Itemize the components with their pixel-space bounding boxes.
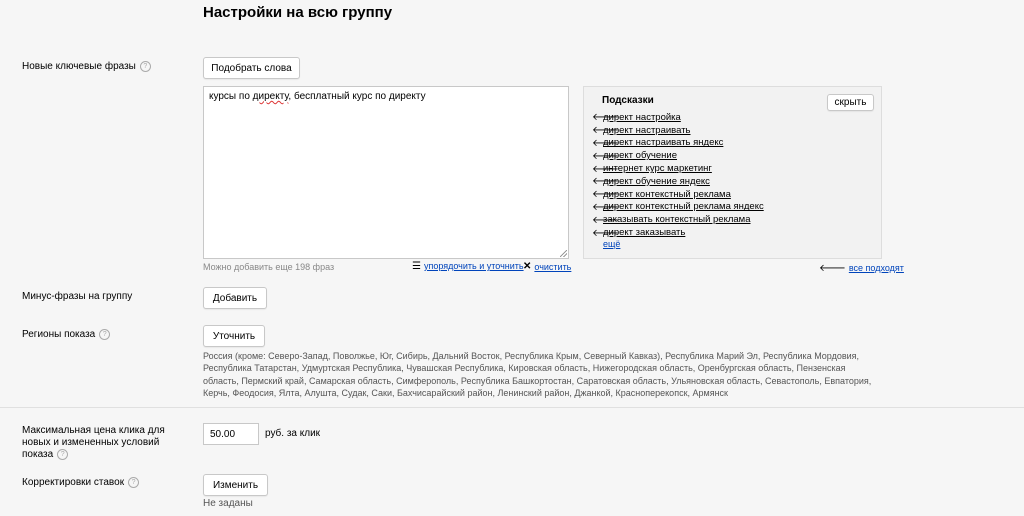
suggestion-item[interactable]: 🡐 директ обучение яндекс — [592, 175, 764, 188]
max-price-label: Максимальная цена клика для новых и изме… — [22, 425, 172, 461]
more-suggestions-link[interactable]: ещё — [603, 239, 620, 249]
regions-list-text: Россия (кроме: Северо-Запад, Поволжье, Ю… — [203, 351, 872, 398]
suggestion-text[interactable]: директ настраивать — [603, 125, 691, 136]
arrow-left-icon: 🡐 — [592, 214, 619, 226]
help-icon[interactable]: ? — [128, 477, 140, 488]
arrow-left-icon: 🡐 — [592, 150, 619, 162]
minus-phrases-label: Минус-фразы на группу — [22, 291, 133, 302]
suggestions-panel: Подсказки скрыть 🡐 директ настройка 🡐 дире… — [583, 86, 882, 259]
suggestion-item[interactable]: 🡐 директ контекстный реклама — [592, 188, 764, 201]
suggestion-item[interactable]: 🡐 директ контекстный реклама яндекс — [592, 201, 764, 214]
arrow-left-icon: 🡐 — [819, 263, 846, 274]
arrow-left-icon: 🡐 — [592, 137, 619, 149]
regions-label: Регионы показа? — [22, 329, 111, 341]
change-bid-adjustments-button[interactable]: Изменить — [203, 474, 268, 496]
arrow-left-icon: 🡐 — [592, 125, 619, 137]
arrow-left-icon: 🡐 — [592, 227, 619, 239]
remaining-phrases-hint: Можно добавить еще 198 фраз — [203, 262, 335, 272]
max-price-input[interactable] — [203, 423, 259, 445]
keywords-label-text: Новые ключевые фразы — [22, 61, 136, 72]
all-fit-link-wrap[interactable]: 🡐 все подходят — [819, 262, 904, 274]
suggestion-item[interactable]: 🡐 директ обучение — [592, 149, 764, 162]
arrow-left-icon: 🡐 — [592, 176, 619, 188]
max-price-label-text: Максимальная цена клика для новых и изме… — [22, 425, 165, 460]
suggestion-text[interactable]: директ обучение яндекс — [603, 176, 710, 187]
arrow-left-icon: 🡐 — [592, 112, 619, 124]
price-unit: руб. за клик — [265, 428, 321, 439]
divider — [0, 407, 1024, 408]
pick-words-button[interactable]: Подобрать слова — [203, 57, 300, 79]
hide-suggestions-button[interactable]: скрыть — [827, 94, 874, 111]
help-icon[interactable]: ? — [139, 61, 151, 72]
page-title: Настройки на всю группу — [203, 4, 393, 21]
suggestion-text[interactable]: директ обучение — [603, 150, 677, 161]
arrow-left-icon: 🡐 — [592, 201, 619, 213]
clear-link-wrap[interactable]: ✕ очистить — [523, 261, 571, 272]
suggestion-item[interactable]: 🡐 директ настраивать — [592, 124, 764, 137]
suggestions-list: 🡐 директ настройка 🡐 директ настраивать 🡐 д… — [592, 111, 764, 239]
keywords-text-part: , бесплатный курс по директу — [288, 91, 426, 102]
keywords-label: Новые ключевые фразы? — [22, 61, 151, 73]
regions-label-text: Регионы показа — [22, 329, 96, 340]
suggestion-text[interactable]: директ контекстный реклама — [603, 189, 731, 200]
clear-link[interactable]: очистить — [534, 262, 571, 272]
suggestion-text[interactable]: директ настройка — [603, 112, 681, 123]
suggestion-text[interactable]: директ контекстный реклама яндекс — [603, 201, 764, 212]
keywords-textarea[interactable]: курсы по директу, бесплатный курс по дир… — [203, 86, 569, 259]
help-icon[interactable]: ? — [57, 449, 69, 460]
bid-adjustments-label: Корректировки ставок? — [22, 477, 140, 489]
suggestion-item[interactable]: 🡐 интернет курс маркетинг — [592, 162, 764, 175]
refine-regions-button[interactable]: Уточнить — [203, 325, 265, 347]
arrow-left-icon: 🡐 — [592, 189, 619, 201]
organize-link[interactable]: упорядочить и уточнить — [424, 261, 524, 271]
keywords-text-part: курсы по — [209, 91, 253, 102]
suggestion-item[interactable]: 🡐 директ настройка — [592, 111, 764, 124]
bid-adjustments-label-text: Корректировки ставок — [22, 477, 125, 488]
help-icon[interactable]: ? — [99, 329, 111, 340]
suggestion-text[interactable]: директ настраивать яндекс — [603, 137, 723, 148]
resize-handle[interactable] — [560, 250, 567, 257]
suggestion-text[interactable]: заказывать контекстный реклама — [603, 214, 751, 225]
suggestions-title: Подсказки — [602, 95, 654, 106]
add-minus-phrases-button[interactable]: Добавить — [203, 287, 267, 309]
keywords-text-misspelled: директу — [252, 91, 289, 102]
sort-icon: ☰ — [412, 260, 421, 272]
suggestion-item[interactable]: 🡐 директ настраивать яндекс — [592, 137, 764, 150]
suggestion-text[interactable]: директ заказывать — [603, 227, 685, 238]
suggestion-item[interactable]: 🡐 директ заказывать — [592, 226, 764, 239]
organize-link-wrap[interactable]: ☰ упорядочить и уточнить — [412, 261, 524, 271]
bid-adjustments-status: Не заданы — [203, 498, 253, 509]
arrow-left-icon: 🡐 — [592, 163, 619, 175]
all-fit-link[interactable]: все подходят — [849, 263, 904, 273]
suggestion-text[interactable]: интернет курс маркетинг — [603, 163, 712, 174]
suggestion-item[interactable]: 🡐 заказывать контекстный реклама — [592, 213, 764, 226]
close-icon: ✕ — [523, 261, 532, 272]
